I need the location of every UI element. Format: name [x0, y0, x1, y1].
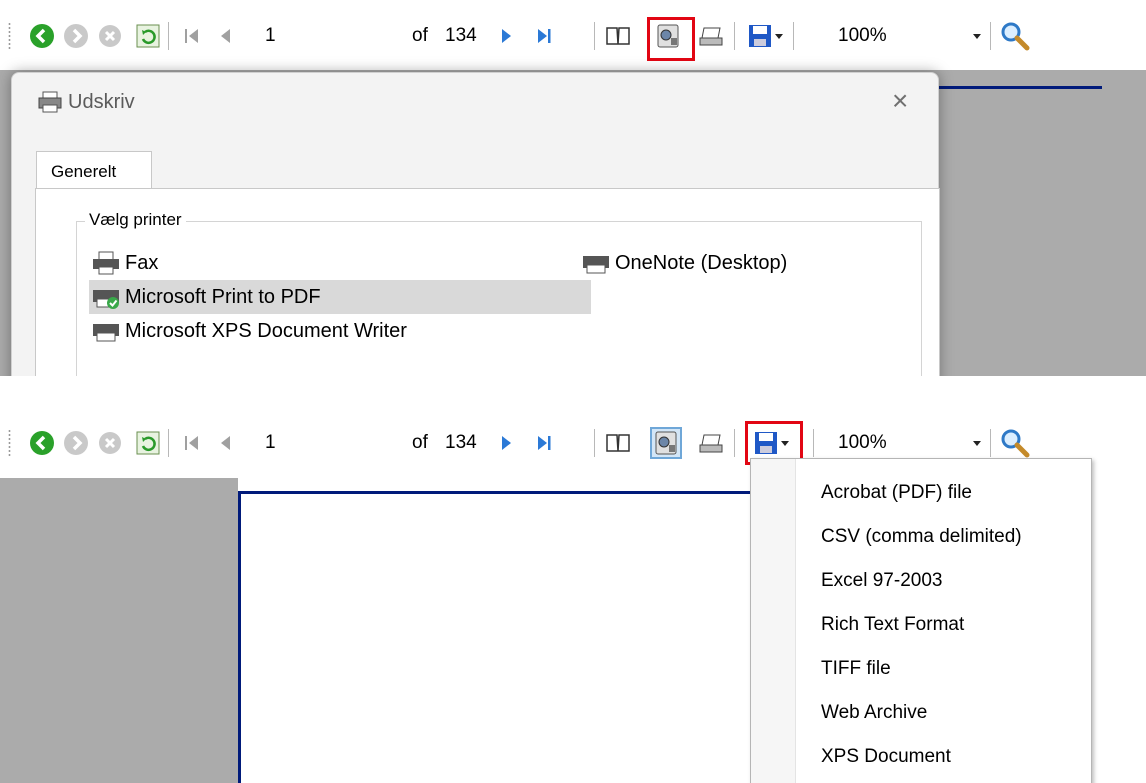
menu-item-csv[interactable]: CSV (comma delimited): [821, 526, 1022, 548]
menu-item-excel[interactable]: Excel 97-2003: [821, 570, 942, 592]
menu-item-web-archive[interactable]: Web Archive: [821, 702, 927, 724]
chevron-down-icon[interactable]: [970, 429, 984, 457]
printer-label: Microsoft Print to PDF: [125, 285, 321, 308]
menu-gutter: [751, 459, 796, 783]
printer-icon: [38, 91, 62, 118]
report-page-edge: [937, 86, 1102, 89]
first-page-icon[interactable]: [178, 22, 206, 50]
search-icon[interactable]: [999, 429, 1031, 458]
printer-icon: [89, 319, 123, 343]
menu-item-tiff[interactable]: TIFF file: [821, 658, 891, 680]
last-page-icon[interactable]: [530, 22, 558, 50]
printer-label: Microsoft XPS Document Writer: [125, 319, 407, 342]
zoom-select[interactable]: 100%: [838, 431, 887, 455]
menu-item-rtf[interactable]: Rich Text Format: [821, 614, 964, 636]
printer-icon: [579, 251, 613, 275]
printer-group: Vælg printer Fax Microsoft Print to PDF …: [76, 210, 922, 376]
toolbar-grip[interactable]: [8, 22, 11, 50]
page-number-input[interactable]: 1: [265, 24, 276, 48]
group-label: Vælg printer: [85, 210, 186, 230]
report-toolbar: 1 of 134 100%: [0, 0, 1146, 70]
export-menu: Acrobat (PDF) file CSV (comma delimited)…: [750, 458, 1092, 783]
report-background: [0, 478, 238, 783]
printer-item-microsoft-xps[interactable]: Microsoft XPS Document Writer: [89, 314, 407, 348]
printer-item-microsoft-print-to-pdf[interactable]: Microsoft Print to PDF: [89, 280, 591, 314]
forward-icon[interactable]: [62, 429, 90, 457]
page-setup-icon[interactable]: [604, 429, 632, 457]
zoom-select[interactable]: 100%: [838, 24, 887, 48]
back-icon[interactable]: [28, 22, 56, 50]
of-label: of: [412, 432, 428, 453]
printer-item-fax[interactable]: Fax: [89, 246, 158, 280]
fax-printer-icon: [89, 251, 123, 275]
toolbar-separator: [594, 429, 595, 457]
next-page-icon[interactable]: [492, 22, 520, 50]
previous-page-icon[interactable]: [212, 429, 240, 457]
toolbar-grip[interactable]: [8, 429, 11, 457]
print-panel: 1 of 134 100% Udskriv × Generelt Vælg pr…: [0, 0, 1146, 376]
of-label: of: [412, 25, 428, 46]
tab-panel: Vælg printer Fax Microsoft Print to PDF …: [35, 188, 940, 376]
last-page-icon[interactable]: [530, 429, 558, 457]
toolbar-separator: [734, 429, 735, 457]
next-page-icon[interactable]: [492, 429, 520, 457]
stop-icon[interactable]: [96, 22, 124, 50]
total-pages: 134: [445, 25, 477, 46]
toolbar-separator: [990, 22, 991, 50]
toolbar-separator: [168, 22, 169, 50]
search-icon[interactable]: [999, 22, 1031, 51]
print-layout-icon[interactable]: [697, 22, 725, 50]
forward-icon[interactable]: [62, 22, 90, 50]
print-layout-icon[interactable]: [697, 429, 725, 457]
toolbar-separator: [168, 429, 169, 457]
chevron-down-icon[interactable]: [970, 22, 984, 50]
printer-label: OneNote (Desktop): [615, 251, 788, 274]
toolbar-separator: [734, 22, 735, 50]
stop-icon[interactable]: [96, 429, 124, 457]
refresh-icon[interactable]: [134, 429, 162, 457]
toolbar-separator: [813, 429, 814, 457]
menu-item-xps[interactable]: XPS Document: [821, 746, 951, 768]
export-panel: 1 of 134 100% Acrobat (PDF) file CSV (co…: [0, 407, 1146, 783]
tab-generelt[interactable]: Generelt: [36, 151, 152, 189]
save-icon[interactable]: [746, 22, 774, 50]
menu-item-acrobat-pdf[interactable]: Acrobat (PDF) file: [821, 482, 972, 504]
page-setup-icon[interactable]: [604, 22, 632, 50]
default-printer-icon: [89, 285, 123, 309]
refresh-icon[interactable]: [134, 22, 162, 50]
close-button[interactable]: ×: [892, 87, 908, 115]
dialog-title: Udskriv: [68, 91, 135, 113]
toolbar-separator: [990, 429, 991, 457]
total-pages: 134: [445, 432, 477, 453]
toolbar-separator: [594, 22, 595, 50]
print-dialog: Udskriv × Generelt Vælg printer Fax Micr…: [11, 72, 940, 376]
first-page-icon[interactable]: [178, 429, 206, 457]
printer-label: Fax: [125, 251, 159, 274]
printer-item-onenote[interactable]: OneNote (Desktop): [579, 246, 787, 280]
page-number-input[interactable]: 1: [265, 431, 276, 455]
print-icon[interactable]: [650, 427, 682, 459]
chevron-down-icon[interactable]: [772, 22, 786, 50]
previous-page-icon[interactable]: [212, 22, 240, 50]
toolbar-separator: [793, 22, 794, 50]
print-highlight: [647, 17, 695, 61]
back-icon[interactable]: [28, 429, 56, 457]
